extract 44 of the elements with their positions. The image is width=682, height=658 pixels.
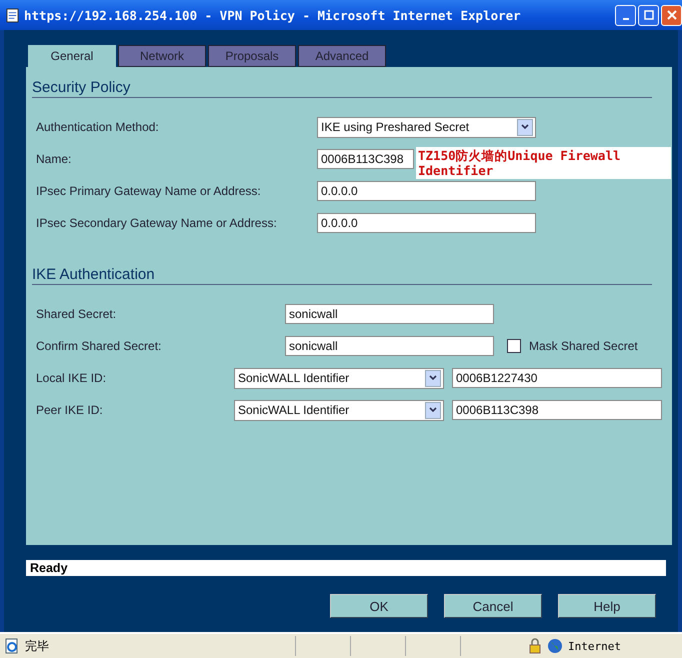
minimize-button[interactable]: [615, 4, 636, 26]
field-label: IPsec Secondary Gateway Name or Address:: [36, 216, 278, 230]
dialog-button[interactable]: Help: [558, 594, 656, 618]
input-field[interactable]: 0006B113C398: [317, 149, 414, 169]
field-label: Authentication Method:: [36, 120, 160, 134]
section-heading: IKE Authentication: [32, 262, 652, 285]
close-button[interactable]: [661, 4, 682, 26]
input-field[interactable]: sonicwall: [285, 336, 494, 356]
close-icon: [666, 10, 676, 20]
input-field[interactable]: 0.0.0.0: [317, 213, 536, 233]
input-field[interactable]: 0006B1227430: [452, 368, 662, 388]
maximize-icon: [644, 10, 654, 20]
ie-page-icon: [4, 638, 20, 654]
globe-icon: [547, 638, 563, 654]
status-text: 完毕: [25, 638, 50, 654]
section-heading: Security Policy: [32, 75, 652, 98]
zone-text: Internet: [568, 640, 622, 652]
caret-icon: [521, 124, 529, 130]
dialog-button[interactable]: OK: [330, 594, 428, 618]
lock-icon: [528, 638, 542, 654]
input-field[interactable]: 0.0.0.0: [317, 181, 536, 201]
field-label: Name:: [36, 152, 72, 166]
maximize-button[interactable]: [638, 4, 659, 26]
dialog-button[interactable]: Cancel: [444, 594, 542, 618]
caret-icon: [429, 375, 437, 381]
window-title: https://192.168.254.100 - VPN Policy - Microsoft Internet Explorer: [24, 8, 522, 22]
checkbox[interactable]: [507, 339, 521, 353]
input-field[interactable]: sonicwall: [285, 304, 494, 324]
checkbox-label: Mask Shared Secret: [529, 339, 638, 353]
minimize-icon: [622, 18, 628, 20]
dropdown[interactable]: SonicWALL Identifier: [234, 368, 444, 388]
field-label: Peer IKE ID:: [36, 403, 104, 417]
field-label: Shared Secret:: [36, 307, 118, 321]
field-label: Confirm Shared Secret:: [36, 339, 162, 353]
dropdown[interactable]: SonicWALL Identifier: [234, 400, 444, 420]
tab[interactable]: General: [28, 45, 116, 67]
status-message: Ready: [26, 560, 666, 576]
field-label: IPsec Primary Gateway Name or Address:: [36, 184, 262, 198]
field-label: Local IKE ID:: [36, 371, 108, 385]
input-field[interactable]: 0006B113C398: [452, 400, 662, 420]
page-icon: [6, 8, 19, 22]
annotation-text: TZ150防火墙的Unique Firewall Identifier: [416, 147, 671, 179]
dropdown[interactable]: IKE using Preshared Secret: [317, 116, 536, 138]
caret-icon: [429, 407, 437, 413]
